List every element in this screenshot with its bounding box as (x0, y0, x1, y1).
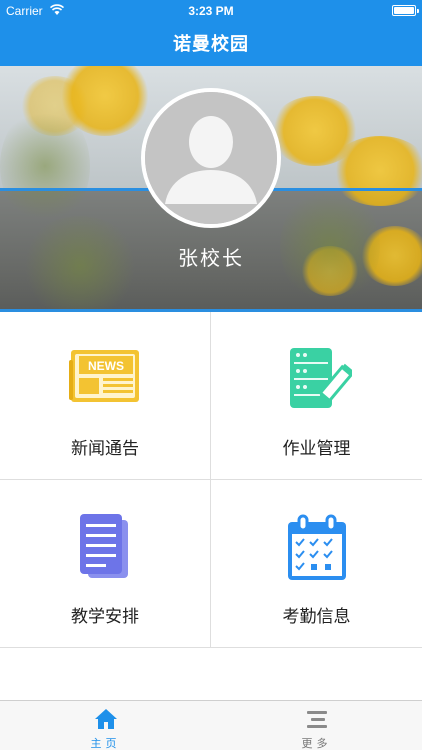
menu-item-label: 考勤信息 (282, 607, 351, 627)
page-title: 诺曼校园 (173, 34, 249, 55)
leaf-decoration (0, 106, 90, 226)
status-bar: Carrier 3:23 PM (0, 0, 422, 22)
avatar[interactable] (141, 88, 281, 228)
calendar-check-icon (287, 514, 346, 580)
menu-item-label: 新闻通告 (71, 439, 139, 459)
home-icon (94, 709, 117, 729)
tab-label: 主页 (90, 737, 121, 750)
document-icon (80, 514, 128, 578)
tab-bar: 主页 更多 (0, 700, 422, 750)
battery-icon (392, 5, 419, 16)
menu-item-teaching-schedule[interactable]: 教学安排 (0, 480, 211, 648)
news-icon: NEWS (69, 350, 139, 402)
user-name: 张校长 (178, 246, 244, 270)
menu-item-news[interactable]: NEWS 新闻通告 (0, 312, 211, 480)
tab-label: 更多 (301, 737, 332, 750)
menu-lines-icon (306, 711, 327, 728)
profile-banner: 张校长 (0, 66, 422, 312)
menu-item-label: 教学安排 (71, 607, 139, 627)
clock: 3:23 PM (188, 4, 234, 18)
tab-home[interactable]: 主页 (0, 701, 211, 750)
feature-grid: NEWS 新闻通告 作业管理 教学安排 考勤信息 (0, 312, 422, 648)
user-silhouette-icon (145, 92, 277, 224)
tab-more[interactable]: 更多 (211, 701, 422, 750)
news-icon-text: NEWS (88, 359, 124, 373)
homework-icon (289, 348, 352, 408)
menu-item-homework[interactable]: 作业管理 (211, 312, 422, 480)
menu-item-attendance[interactable]: 考勤信息 (211, 480, 422, 648)
app-header: Carrier 3:23 PM 诺曼校园 (0, 0, 422, 66)
menu-item-label: 作业管理 (282, 439, 351, 459)
